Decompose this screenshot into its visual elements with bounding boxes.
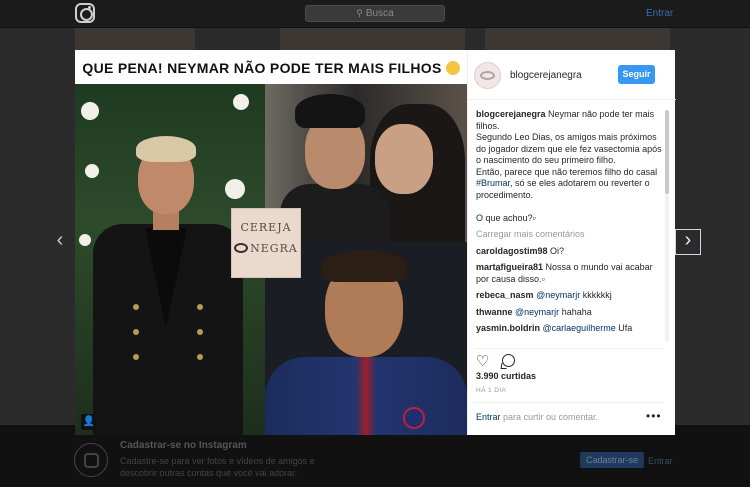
comment-text-after: hahaha — [559, 306, 592, 317]
post-image-banner: QUE PENA! NEYMAR NÃO PODE TER MAIS FILHO… — [75, 50, 467, 84]
signup-title: Cadastrar-se no Instagram — [120, 440, 247, 451]
tagged-users-icon[interactable]: 👤 — [81, 414, 97, 430]
post-actions: ♡ — [474, 348, 664, 370]
psg-crest-icon — [403, 407, 425, 429]
avatar[interactable] — [474, 62, 501, 89]
cereja-negra-watermark-logo: CEREJA NEGRA — [231, 208, 301, 278]
follow-button[interactable]: Seguir — [618, 65, 655, 84]
caption-line-3a: Então, parece que não teremos filho do c… — [476, 166, 658, 177]
comment-text-after: kkkkkkj — [580, 290, 612, 300]
search-input[interactable]: ⚲ Busca — [305, 5, 445, 22]
comment: caroldagostim98 Oi? — [476, 246, 664, 258]
caption-line-4: O que achou?▫ — [476, 212, 536, 223]
flower-decoration — [79, 234, 91, 246]
comments-scrollbar[interactable] — [665, 110, 669, 342]
post-timestamp: HÁ 1 DIA — [476, 387, 507, 394]
comment-username[interactable]: caroldagostim98 — [476, 246, 548, 256]
flower-decoration — [81, 102, 99, 120]
post-image: QUE PENA! NEYMAR NÃO PODE TER MAIS FILHO… — [75, 50, 467, 435]
caption-line-2: Segundo Leo Dias, os amigos mais próximo… — [476, 132, 662, 165]
post-username[interactable]: blogcerejanegra — [510, 70, 582, 81]
hashtag-link[interactable]: #Brumar — [476, 178, 510, 188]
login-to-comment: Entrar para curtir ou comentar. — [476, 412, 598, 422]
background-thumbnail — [75, 28, 195, 50]
post-modal: QUE PENA! NEYMAR NÃO PODE TER MAIS FILHO… — [75, 50, 676, 435]
background-thumbnail — [485, 28, 670, 50]
comment: rebeca_nasm @neymarjr kkkkkkj — [476, 290, 664, 302]
logo-swirl-icon — [234, 243, 249, 253]
comment-text-after: Ufa — [615, 323, 633, 333]
login-link[interactable]: Entrar — [646, 8, 673, 19]
caption: blogcerejanegra Neymar não pode ter mais… — [476, 109, 664, 224]
comment-username[interactable]: marta̲figueira81 — [476, 262, 543, 272]
background-thumbnail — [280, 28, 465, 50]
more-options-icon[interactable]: ••• — [646, 409, 662, 423]
comment: marta̲figueira81 Nossa o mundo vai acaba… — [476, 262, 664, 285]
post-sidebar: blogcerejanegra Seguir blogcerejanegra N… — [467, 50, 676, 435]
comment-username[interactable]: yasmin.boldrin — [476, 323, 540, 333]
screaming-face-emoji-icon — [445, 61, 460, 75]
likes-count[interactable]: 3.990 curtidas — [476, 371, 536, 381]
banner-text: QUE PENA! NEYMAR NÃO PODE TER MAIS FILHO… — [82, 60, 442, 76]
login-to-comment-text: para curtir ou comentar. — [500, 412, 599, 422]
flower-decoration — [233, 94, 249, 110]
post-header: blogcerejanegra Seguir — [468, 50, 676, 100]
previous-post-chevron-icon[interactable]: ‹ — [47, 230, 73, 256]
comments-list[interactable]: blogcerejanegra Neymar não pode ter mais… — [476, 109, 664, 343]
instagram-icon — [74, 443, 108, 477]
next-post-chevron-icon[interactable]: › — [675, 229, 701, 255]
comment: thwanne @neymarjr hahaha — [476, 307, 664, 319]
heart-icon[interactable]: ♡ — [476, 352, 489, 370]
comment-bar: Entrar para curtir ou comentar. ••• — [474, 402, 664, 435]
mention-link[interactable]: @neymarjr — [515, 307, 559, 317]
signup-subtitle: Cadastre-se para ver fotos e vídeos de a… — [120, 456, 315, 478]
logo-line-2: NEGRA — [250, 242, 298, 255]
search-icon: ⚲ — [356, 8, 363, 18]
mention-link[interactable]: @neymarjr — [536, 290, 580, 300]
comment-username[interactable]: thwanne — [476, 307, 513, 317]
comment-bubble-icon[interactable] — [502, 354, 515, 367]
person-figure — [93, 136, 243, 435]
signup-button[interactable]: Cadastrar-se — [580, 452, 645, 468]
comment-text: Oi? — [547, 245, 565, 256]
caption-username[interactable]: blogcerejanegra — [476, 109, 546, 119]
comment-login-link[interactable]: Entrar — [476, 412, 501, 422]
search-placeholder: Busca — [365, 8, 394, 19]
comment: yasmin.boldrin @carlaeguilherme Ufa — [476, 323, 664, 335]
instagram-logo-icon[interactable] — [75, 3, 95, 23]
top-navigation-bar: ⚲ Busca Entrar — [0, 0, 750, 28]
load-more-comments-link[interactable]: Carregar mais comentários — [476, 229, 664, 241]
comment-username[interactable]: rebeca_nasm — [476, 290, 534, 300]
mention-link[interactable]: @carlaeguilherme — [543, 323, 616, 333]
footer-login-link[interactable]: Entrar — [648, 456, 673, 466]
logo-line-1: CEREJA — [240, 221, 292, 234]
